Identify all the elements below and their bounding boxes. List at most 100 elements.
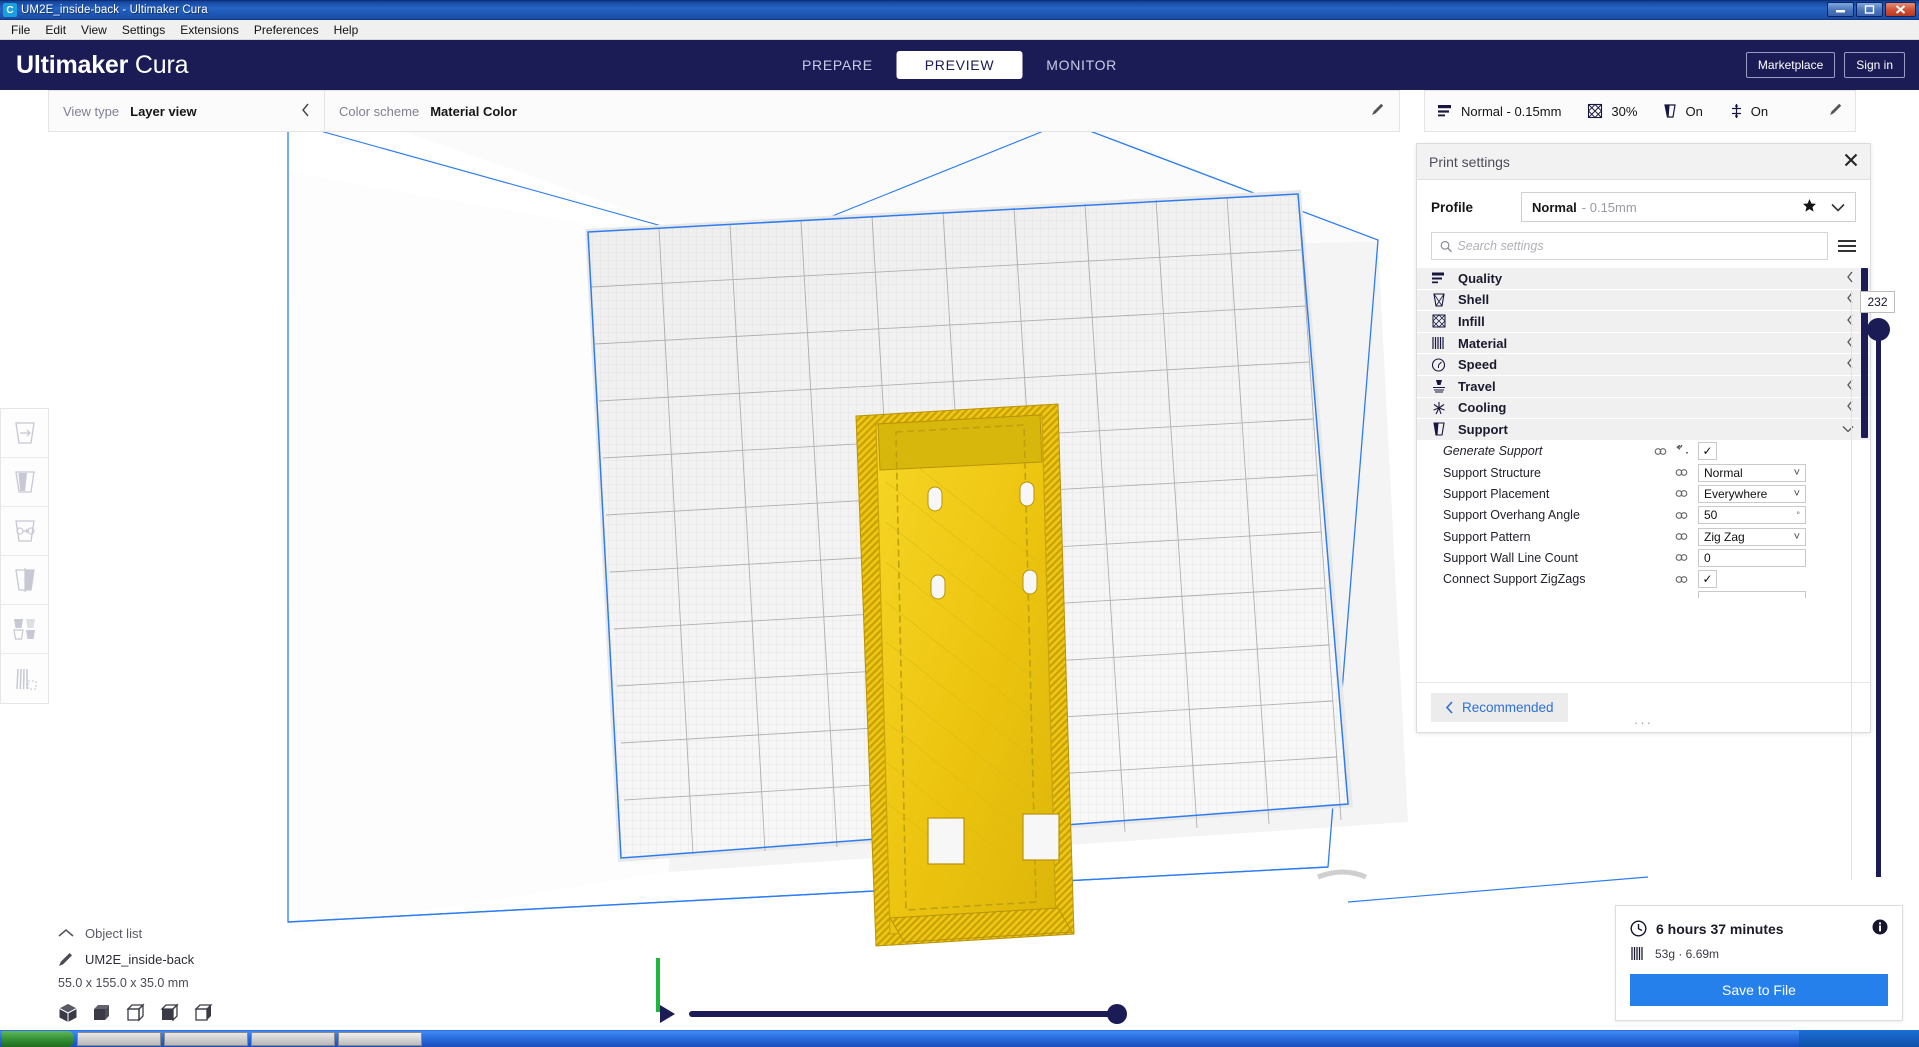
setting-connect-support-zigzags[interactable]: Connect Support ZigZags ✓ [1417,569,1870,590]
color-scheme-selector[interactable]: Color scheme Material Color [325,90,1400,132]
view-type-selector[interactable]: View type Layer view [48,90,325,132]
layer-slider[interactable]: 232 [1851,290,1895,880]
setting-value-partial[interactable] [1698,591,1806,598]
link-icon[interactable] [1675,467,1688,478]
setting-value-checkbox[interactable]: ✓ [1698,442,1717,461]
sign-in-button[interactable]: Sign in [1844,52,1905,78]
settings-list[interactable]: Quality Shell Infill Material Speed Trav… [1417,268,1870,598]
menu-item-view[interactable]: View [74,21,114,39]
info-icon[interactable] [1872,919,1888,938]
setting-generate-support[interactable]: Generate Support ✓ [1417,441,1870,462]
menu-bar: File Edit View Settings Extensions Prefe… [0,20,1919,40]
tool-rotate-button[interactable] [1,507,48,556]
link-icon[interactable] [1675,574,1688,585]
search-settings-box[interactable] [1431,232,1828,260]
link-icon[interactable] [1654,446,1667,457]
settings-visibility-menu-icon[interactable] [1838,240,1856,252]
link-icon[interactable] [1675,552,1688,563]
layer-slider-value[interactable]: 232 [1860,291,1895,313]
tool-move-button[interactable] [1,409,48,458]
tab-monitor[interactable]: MONITOR [1022,40,1141,90]
view-front-icon[interactable] [92,1003,112,1023]
setting-support-overhang-angle[interactable]: Support Overhang Angle 50 ° [1417,505,1870,526]
category-material[interactable]: Material [1417,332,1870,355]
setting-value-input[interactable]: 50 ° [1698,506,1806,525]
view-right-icon[interactable] [194,1003,214,1023]
save-to-file-button[interactable]: Save to File [1630,974,1888,1006]
star-icon[interactable] [1802,198,1817,216]
category-shell[interactable]: Shell [1417,289,1870,312]
speed-icon [1431,358,1447,372]
tool-per-model-settings-button[interactable] [1,605,48,654]
object-list-header[interactable]: Object list [58,920,328,946]
chevron-down-icon[interactable] [1831,200,1845,215]
setting-support-placement[interactable]: Support Placement Everywhere ˅ [1417,483,1870,504]
revert-icon[interactable] [1675,445,1688,457]
menu-item-preferences[interactable]: Preferences [247,21,326,39]
start-button[interactable] [2,1030,74,1047]
menu-item-edit[interactable]: Edit [38,21,73,39]
menu-item-settings[interactable]: Settings [115,21,172,39]
layer-slider-handle[interactable] [1867,318,1890,341]
minimize-button[interactable] [1827,2,1854,17]
category-travel[interactable]: Travel [1417,375,1870,398]
category-speed[interactable]: Speed [1417,354,1870,376]
taskbar-item-cura[interactable] [338,1031,422,1046]
taskbar-item[interactable] [251,1031,335,1046]
setting-support-pattern[interactable]: Support Pattern Zig Zag ˅ [1417,526,1870,547]
config-edit-pencil-icon[interactable] [1829,102,1843,121]
tool-mirror-button[interactable] [1,556,48,605]
link-icon[interactable] [1675,488,1688,499]
close-icon[interactable] [1844,153,1858,171]
config-quality[interactable]: Normal - 0.15mm [1437,104,1561,119]
menu-item-help[interactable]: Help [327,21,366,39]
view-left-icon[interactable] [160,1003,180,1023]
category-cooling[interactable]: Cooling [1417,397,1870,420]
chevron-left-icon [1846,271,1854,286]
setting-value-input[interactable]: 0 [1698,548,1806,567]
path-slider-track[interactable] [689,1004,1127,1024]
panel-resize-grip[interactable]: ··· [1634,715,1653,730]
tab-preview[interactable]: PREVIEW [896,51,1023,79]
config-adhesion[interactable]: On [1729,103,1768,119]
config-infill[interactable]: 30% [1587,103,1637,119]
chevron-down-icon [1842,422,1854,436]
menu-item-extensions[interactable]: Extensions [173,21,246,39]
category-support-label: Support [1458,421,1508,437]
setting-support-wall-line-count[interactable]: Support Wall Line Count 0 [1417,547,1870,568]
setting-support-structure[interactable]: Support Structure Normal ˅ [1417,462,1870,483]
path-slider-handle[interactable] [1107,1004,1127,1024]
print-config-bar[interactable]: Normal - 0.15mm 30% On On [1424,90,1856,132]
setting-value-checkbox[interactable]: ✓ [1698,570,1717,589]
profile-dropdown[interactable]: Normal - 0.15mm [1521,192,1856,222]
play-button[interactable] [660,1005,675,1023]
setting-value-dropdown[interactable]: Zig Zag ˅ [1698,527,1806,546]
taskbar-item[interactable] [77,1031,161,1046]
maximize-button[interactable] [1856,2,1883,17]
close-button[interactable] [1885,2,1916,17]
edit-pencil-icon[interactable] [1371,102,1385,121]
object-list-item[interactable]: UM2E_inside-back [58,946,328,972]
system-tray[interactable] [1799,1030,1919,1047]
menu-item-file[interactable]: File [4,21,37,39]
category-quality[interactable]: Quality [1417,268,1870,290]
tool-support-blocker-button[interactable] [1,654,48,703]
tool-scale-button[interactable] [1,458,48,507]
category-support[interactable]: Support [1417,419,1870,441]
view-top-icon[interactable] [126,1003,146,1023]
marketplace-button[interactable]: Marketplace [1745,52,1836,78]
view-3d-icon[interactable] [58,1003,78,1023]
link-icon[interactable] [1675,510,1688,521]
setting-row-partial[interactable] [1417,590,1870,598]
setting-value-dropdown[interactable]: Normal ˅ [1698,463,1806,482]
support-icon [1431,422,1447,437]
taskbar-item[interactable] [164,1031,248,1046]
setting-value-dropdown[interactable]: Everywhere ˅ [1698,484,1806,503]
tab-prepare[interactable]: PREPARE [778,40,897,90]
search-input[interactable] [1457,239,1819,253]
layer-slider-track[interactable] [1876,332,1881,877]
config-support[interactable]: On [1663,103,1703,119]
category-infill[interactable]: Infill [1417,311,1870,333]
recommended-mode-button[interactable]: Recommended [1431,693,1568,722]
link-icon[interactable] [1675,531,1688,542]
